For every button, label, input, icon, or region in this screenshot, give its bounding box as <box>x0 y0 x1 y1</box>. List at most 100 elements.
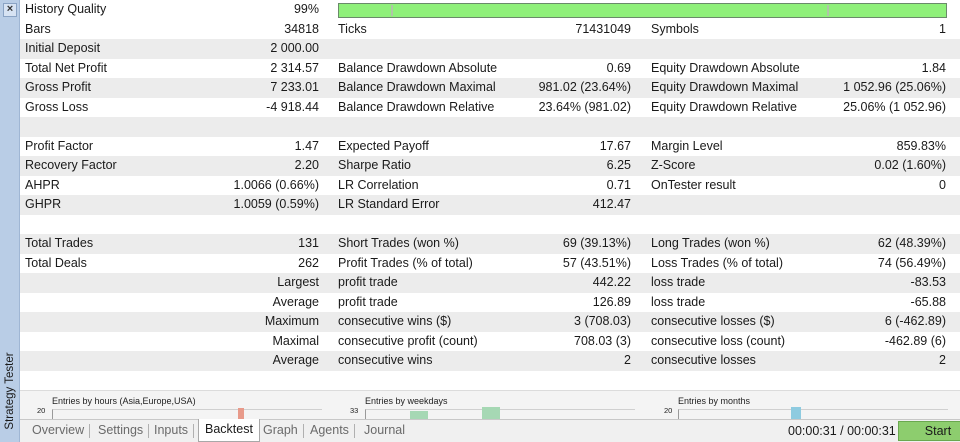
tab-inputs[interactable]: Inputs <box>148 420 195 442</box>
stat-value-right <box>780 117 946 137</box>
stat-value-right: 25.06% (1 052.96) <box>843 99 946 114</box>
stat-value-middle: 6.25 <box>606 158 631 172</box>
stat-value-left: 1.47 <box>294 138 319 153</box>
entries-by-months-chart: Entries by months 20 <box>648 393 958 422</box>
stats-row: GHPR 1.0059 (0.59%) LR Standard Error 412.4… <box>20 195 960 215</box>
stat-label-left <box>25 215 205 235</box>
stat-value-left: 2.20 <box>294 158 319 172</box>
stat-value-middle: 71431049 <box>575 21 631 36</box>
strategy-tester-panel-strip: × Strategy Tester <box>0 0 20 442</box>
stat-value-right: 1 <box>939 21 946 36</box>
stat-value-middle: 3 (708.03) <box>574 314 631 328</box>
start-button[interactable]: Start <box>898 421 960 441</box>
tab-agents[interactable]: Agents <box>304 420 355 442</box>
stat-value-left <box>200 215 319 235</box>
stats-row <box>20 215 960 235</box>
stat-value-middle: 57 (43.51%) <box>562 255 631 270</box>
close-panel-icon[interactable]: × <box>3 3 17 17</box>
stat-value-right: -65.88 <box>910 294 946 309</box>
tester-tab-bar: Overview Settings Inputs Backtest Graph … <box>20 419 960 442</box>
tab-overview[interactable]: Overview <box>26 420 91 442</box>
stat-label-left: Total Trades <box>25 236 94 250</box>
stat-value-middle: 0.69 <box>606 60 631 75</box>
stat-value-middle: 708.03 (3) <box>574 333 631 348</box>
chart-scale-label: 20 <box>37 406 46 415</box>
stat-label-left: Total Net Profit <box>25 60 107 75</box>
stats-row: Gross Loss -4 918.44 Balance Drawdown Rela… <box>20 98 960 118</box>
stat-value-left: 262 <box>298 255 319 270</box>
stat-value-right: 1 052.96 (25.06%) <box>843 80 946 94</box>
stat-value-right <box>780 195 946 215</box>
stat-label-left <box>25 117 205 137</box>
stats-row: Maximal consecutive profit (count) 708.03 … <box>20 332 960 352</box>
stat-value-middle: 17.67 <box>599 138 631 153</box>
stats-row: Total Trades 131 Short Trades (won %) 69 (3… <box>20 234 960 254</box>
tab-backtest[interactable]: Backtest <box>198 419 260 442</box>
chart-title: Entries by hours (Asia,Europe,USA) <box>52 396 196 406</box>
chart-scale-label: 33 <box>350 406 359 415</box>
stat-label-left: Gross Profit <box>25 80 91 94</box>
stat-value-right: 0 <box>939 177 946 192</box>
stat-value-left: 34818 <box>284 21 319 36</box>
stat-label-left: Total Deals <box>25 255 87 270</box>
history-quality-row: History Quality 99% <box>20 0 960 20</box>
entries-by-weekdays-chart: Entries by weekdays 33 <box>335 393 645 422</box>
elapsed-time: 00:00:31 / 00:00:31 <box>788 424 896 438</box>
tab-journal[interactable]: Journal <box>358 420 411 442</box>
stat-value-right: 1.84 <box>921 60 946 75</box>
stat-label-left: Average <box>272 294 319 309</box>
stats-row: Profit Factor 1.47 Expected Payoff 17.67 Mar… <box>20 137 960 157</box>
stat-value-middle <box>500 117 631 137</box>
chart-title: Entries by weekdays <box>365 396 448 406</box>
entries-charts-strip: Entries by hours (Asia,Europe,USA) 20 En… <box>20 390 960 422</box>
stat-value-middle: 2 <box>624 353 631 367</box>
stat-value-left: 2 000.00 <box>270 41 319 55</box>
stat-label-left: Bars <box>25 21 51 36</box>
stat-label-left: Recovery Factor <box>25 158 117 172</box>
stats-row <box>20 117 960 137</box>
stats-row: Average profit trade 126.89 loss trade -65.8… <box>20 293 960 313</box>
stat-value-left: 2 314.57 <box>270 60 319 75</box>
tab-settings[interactable]: Settings <box>92 420 150 442</box>
panel-title: Strategy Tester <box>1 346 19 436</box>
stat-value-right: 62 (48.39%) <box>877 236 946 250</box>
stat-label-left: GHPR <box>25 197 62 211</box>
stat-value-middle: 69 (39.13%) <box>562 236 631 250</box>
stat-value-right: 74 (56.49%) <box>877 255 946 270</box>
stat-value-left: 1.0059 (0.59%) <box>233 197 319 211</box>
stat-value-left: 131 <box>298 236 319 250</box>
stats-row: Bars 34818 Ticks 71431049 Symbols 1 <box>20 20 960 40</box>
tab-graph[interactable]: Graph <box>257 420 304 442</box>
stat-value-right: -462.89 (6) <box>884 333 946 348</box>
stat-value-right: 2 <box>939 353 946 367</box>
stat-label-left: Gross Loss <box>25 99 89 114</box>
stat-value-right: 6 (-462.89) <box>884 314 946 328</box>
stats-row: Gross Profit 7 233.01 Balance Drawdown Max… <box>20 78 960 98</box>
stat-value-right: 0.02 (1.60%) <box>874 158 946 172</box>
backtest-report: History Quality 99% Bars 34818 Ticks 714310… <box>20 0 960 390</box>
stat-label-left: Maximal <box>272 333 319 348</box>
history-quality-bar <box>338 3 947 18</box>
stats-row: AHPR 1.0066 (0.66%) LR Correlation 0.71 OnTe… <box>20 176 960 196</box>
stat-label-left: Largest <box>277 275 319 289</box>
stat-value-middle: 412.47 <box>592 197 631 211</box>
stat-value-middle: 0.71 <box>606 177 631 192</box>
entries-by-hours-chart: Entries by hours (Asia,Europe,USA) 20 <box>32 393 332 422</box>
stat-value-right <box>780 39 946 59</box>
stat-label-left: AHPR <box>25 177 60 192</box>
stat-value-right: 859.83% <box>896 138 946 153</box>
history-quality-label: History Quality <box>25 2 107 16</box>
stat-label-left: Profit Factor <box>25 138 94 153</box>
quality-bar-marker <box>391 5 393 16</box>
stat-value-middle: 981.02 (23.64%) <box>538 80 631 94</box>
stat-label-left: Maximum <box>264 314 319 328</box>
stat-value-left: -4 918.44 <box>266 99 319 114</box>
stat-value-left: 1.0066 (0.66%) <box>233 177 319 192</box>
stats-row: Total Deals 262 Profit Trades (% of total)… <box>20 254 960 274</box>
history-quality-value: 99% <box>293 2 319 16</box>
chart-scale-label: 20 <box>664 406 673 415</box>
stats-row: Maximum consecutive wins ($) 3 (708.03) con… <box>20 312 960 332</box>
stats-row: Largest profit trade 442.22 loss trade -83.5… <box>20 273 960 293</box>
stat-value-right: -83.53 <box>910 275 946 289</box>
stat-value-middle <box>500 39 631 59</box>
